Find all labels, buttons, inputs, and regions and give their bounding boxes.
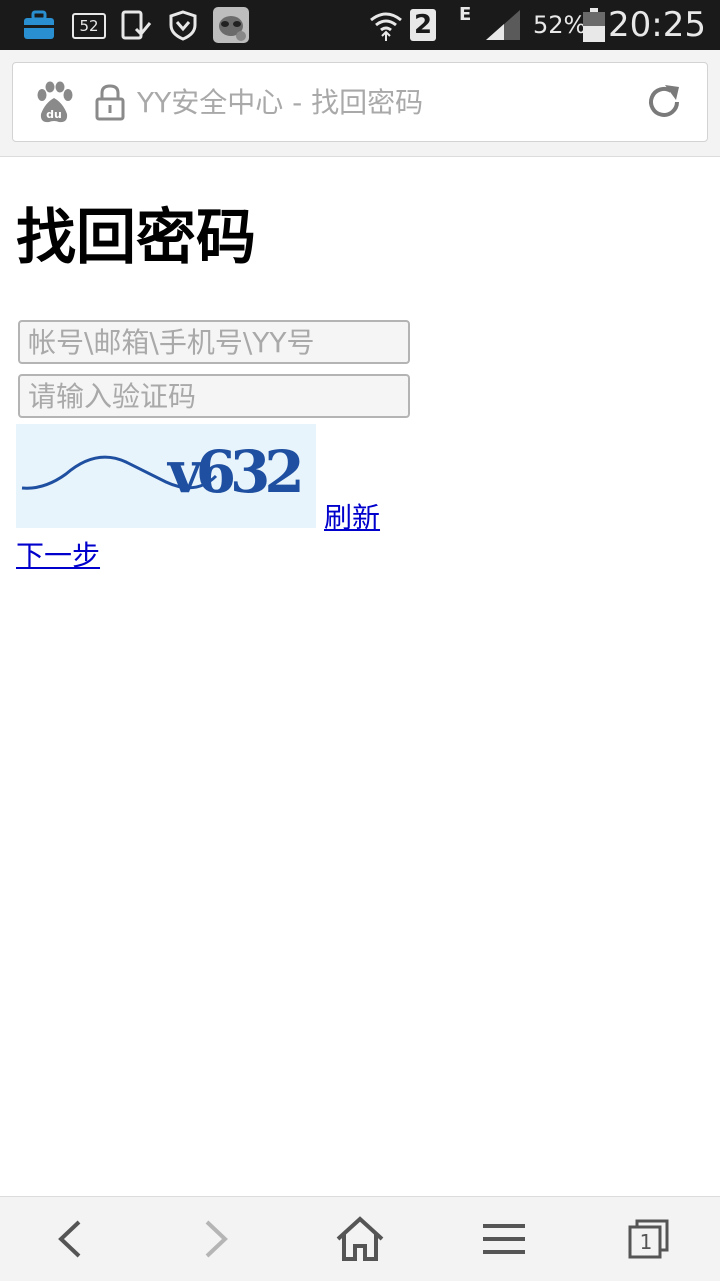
- raccoon-app-icon: [213, 7, 249, 43]
- home-icon[interactable]: [334, 1215, 386, 1263]
- svg-text:du: du: [46, 108, 62, 121]
- reload-icon[interactable]: [643, 81, 685, 127]
- clock: 20:25: [608, 5, 706, 45]
- menu-icon[interactable]: [482, 1215, 526, 1263]
- captcha-input[interactable]: [18, 374, 410, 418]
- page-heading: 找回密码: [16, 203, 256, 273]
- battery-icon: [582, 7, 606, 43]
- captcha-image[interactable]: v632: [16, 424, 316, 528]
- notification-count-icon: 52: [72, 13, 106, 39]
- baidu-paw-icon[interactable]: du: [33, 81, 75, 129]
- account-input[interactable]: [18, 320, 410, 364]
- next-step-link[interactable]: 下一步: [16, 538, 100, 574]
- tab-count: 1: [639, 1230, 653, 1254]
- network-type-label: E: [459, 4, 472, 25]
- lock-icon: [95, 83, 125, 125]
- shield-icon: [168, 7, 198, 43]
- browser-toolbar: du YY安全中心 - 找回密码: [0, 50, 720, 157]
- battery-percent: 52%: [533, 11, 587, 39]
- captcha-text: v632: [166, 438, 300, 506]
- wifi-icon: [368, 7, 404, 43]
- signal-icon: [484, 7, 522, 43]
- phone-check-icon: [120, 7, 152, 43]
- address-bar[interactable]: du YY安全中心 - 找回密码: [12, 62, 708, 142]
- toolbox-icon: [22, 7, 56, 43]
- back-icon[interactable]: [50, 1215, 90, 1263]
- tabs-icon[interactable]: 1: [626, 1215, 672, 1263]
- browser-bottom-nav: 1: [0, 1196, 720, 1281]
- refresh-captcha-link[interactable]: 刷新: [324, 500, 380, 536]
- status-bar: 52 2 E 52% 20:25: [0, 0, 720, 50]
- page-title[interactable]: YY安全中心 - 找回密码: [137, 85, 423, 121]
- forward-icon[interactable]: [196, 1215, 236, 1263]
- sim-badge-icon: 2: [410, 9, 436, 41]
